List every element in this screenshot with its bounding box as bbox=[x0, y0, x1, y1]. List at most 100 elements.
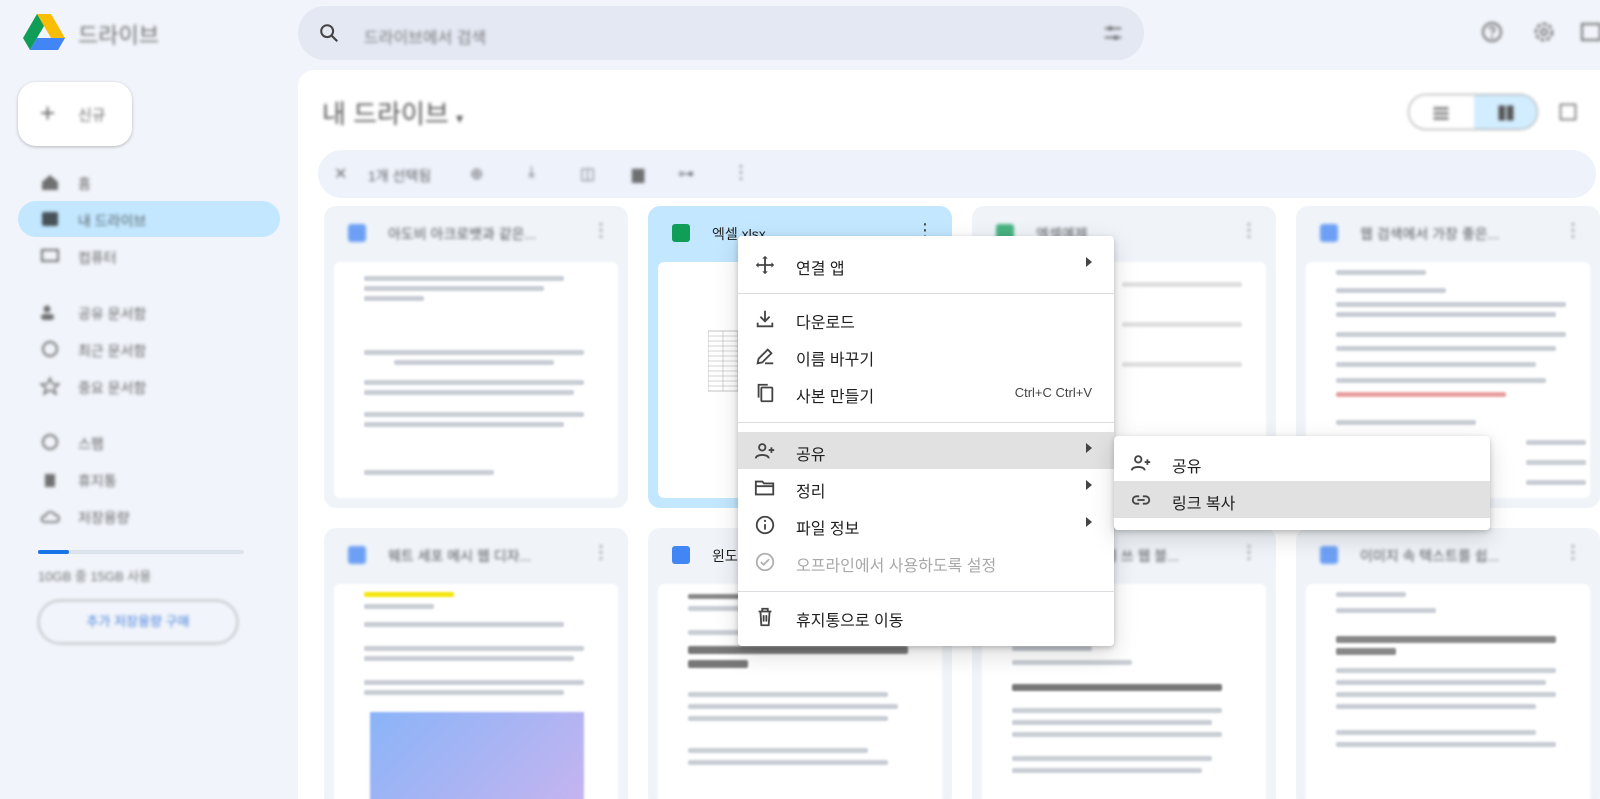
menu-divider bbox=[738, 591, 1114, 592]
menu-item-make-copy[interactable]: 사본 만들기 Ctrl+C Ctrl+V bbox=[738, 374, 1114, 411]
menu-item-label: 연결 앱 bbox=[796, 261, 845, 278]
menu-item-label: 오프라인에서 사용하도록 설정 bbox=[796, 558, 997, 575]
selection-count: 1개 선택됨 bbox=[368, 168, 432, 184]
file-title: 웨트 세포 메시 웹 디자... bbox=[388, 548, 532, 564]
drive-logo-icon[interactable] bbox=[22, 12, 66, 52]
download-icon bbox=[756, 310, 774, 328]
doc-file-icon bbox=[672, 546, 690, 564]
chevron-right-icon bbox=[1086, 257, 1092, 267]
link-icon[interactable]: ⊶ bbox=[678, 164, 694, 184]
more-vert-icon[interactable]: ⋮ bbox=[1564, 542, 1582, 563]
details-panel-icon[interactable] bbox=[1558, 102, 1578, 122]
menu-item-rename[interactable]: 이름 바꾸기 bbox=[738, 337, 1114, 374]
menu-item-label: 이름 바꾸기 bbox=[796, 352, 875, 369]
storage-usage-bar bbox=[38, 550, 244, 554]
menu-item-label: 공유 bbox=[1172, 459, 1202, 476]
share-icon[interactable]: ⊕ bbox=[470, 164, 483, 184]
file-title: 아도비 아크로뱃과 같은... bbox=[388, 226, 537, 242]
menu-item-label: 공유 bbox=[796, 447, 826, 464]
search-bar[interactable]: 드라이브에서 검색 bbox=[298, 6, 1144, 60]
copy-icon bbox=[757, 383, 774, 403]
spam-icon bbox=[42, 434, 58, 450]
menu-item-share[interactable]: 공유 bbox=[738, 432, 1114, 469]
menu-item-open-with[interactable]: 연결 앱 bbox=[738, 246, 1114, 283]
sidebar-item-label: 저장용량 bbox=[78, 510, 130, 526]
menu-item-label: 다운로드 bbox=[796, 315, 855, 332]
sidebar-item-my-drive[interactable]: 내 드라이브 bbox=[18, 201, 280, 237]
people-icon bbox=[41, 305, 54, 320]
file-thumbnail bbox=[334, 584, 618, 799]
more-vert-icon[interactable]: ⋮ bbox=[1240, 542, 1258, 563]
sidebar-item-label: 홈 bbox=[78, 176, 91, 192]
doc-file-icon bbox=[1320, 224, 1338, 242]
menu-item-label: 정리 bbox=[796, 484, 826, 501]
download-icon[interactable]: ⤓ bbox=[528, 164, 535, 182]
menu-item-move-to-trash[interactable]: 휴지통으로 이동 bbox=[738, 598, 1114, 635]
sidebar-item-recent[interactable]: 최근 문서함 bbox=[18, 331, 280, 367]
list-view-button[interactable] bbox=[1409, 95, 1474, 129]
grid-view-icon bbox=[1498, 105, 1514, 121]
rename-icon bbox=[756, 348, 774, 365]
file-card[interactable]: 이미지 속 텍스트를 쉽... ⋮ bbox=[1296, 528, 1600, 799]
submenu-item-share[interactable]: 공유 bbox=[1114, 444, 1490, 481]
menu-item-label: 파일 정보 bbox=[796, 521, 860, 538]
page-title[interactable]: 내 드라이브 ▾ bbox=[322, 94, 463, 131]
computer-icon bbox=[41, 249, 59, 262]
menu-item-label: 사본 만들기 bbox=[796, 389, 875, 406]
file-card[interactable]: 아도비 아크로뱃과 같은... ⋮ bbox=[324, 206, 628, 508]
sidebar-item-starred[interactable]: 중요 문서함 bbox=[18, 368, 280, 404]
share-submenu: 공유 링크 복사 bbox=[1114, 436, 1490, 530]
file-thumbnail bbox=[1306, 584, 1590, 799]
more-vert-icon[interactable]: ⋮ bbox=[592, 220, 610, 241]
more-vert-icon[interactable]: ⋮ bbox=[1564, 220, 1582, 241]
chevron-right-icon bbox=[1086, 480, 1092, 490]
search-input[interactable]: 드라이브에서 검색 bbox=[364, 24, 486, 48]
grid-view-button[interactable] bbox=[1474, 95, 1537, 129]
sidebar-item-shared[interactable]: 공유 문서함 bbox=[18, 294, 280, 330]
brand-name: 드라이브 bbox=[78, 23, 159, 48]
selection-toolbar: ✕ 1개 선택됨 ⊕ ⤓ ◫ ▆ ⊶ ⋮ bbox=[318, 150, 1596, 198]
sidebar-item-trash[interactable]: 휴지통 bbox=[18, 461, 280, 497]
sidebar-item-label: 휴지통 bbox=[78, 473, 117, 489]
file-card[interactable]: 웨트 세포 메시 웹 디자... ⋮ bbox=[324, 528, 628, 799]
sidebar-item-label: 최근 문서함 bbox=[78, 343, 147, 359]
sidebar-item-spam[interactable]: 스팸 bbox=[18, 424, 280, 460]
thumbnail-image bbox=[370, 712, 584, 799]
file-thumbnail bbox=[334, 262, 618, 498]
new-button[interactable]: + 신규 bbox=[18, 82, 132, 146]
storage-usage-text: 10GB 중 15GB 사용 bbox=[38, 569, 152, 584]
menu-item-file-info[interactable]: 파일 정보 bbox=[738, 506, 1114, 543]
storage-usage-fill bbox=[38, 550, 69, 554]
close-icon[interactable]: ✕ bbox=[334, 164, 347, 184]
view-toggle[interactable] bbox=[1408, 94, 1538, 130]
search-icon[interactable] bbox=[318, 22, 340, 44]
trash-icon[interactable]: ▆ bbox=[632, 164, 644, 184]
buy-storage-button[interactable]: 추가 저장용량 구매 bbox=[38, 600, 238, 644]
chevron-down-icon[interactable]: ▾ bbox=[456, 110, 463, 126]
menu-item-label: 휴지통으로 이동 bbox=[796, 613, 904, 630]
submenu-item-copy-link[interactable]: 링크 복사 bbox=[1114, 481, 1490, 518]
menu-item-organize[interactable]: 정리 bbox=[738, 469, 1114, 506]
settings-gear-icon[interactable] bbox=[1532, 20, 1556, 44]
more-vert-icon[interactable]: ⋮ bbox=[732, 162, 750, 183]
clock-icon bbox=[42, 341, 58, 357]
more-vert-icon[interactable]: ⋮ bbox=[1240, 220, 1258, 241]
sidebar-item-label: 컴퓨터 bbox=[78, 250, 117, 266]
sidebar-item-label: 스팸 bbox=[78, 436, 104, 452]
sidebar-item-computers[interactable]: 컴퓨터 bbox=[18, 238, 280, 274]
trash-icon bbox=[45, 474, 55, 487]
more-vert-icon[interactable]: ⋮ bbox=[592, 542, 610, 563]
apps-grid-icon[interactable] bbox=[1580, 20, 1600, 44]
context-menu: 연결 앱 다운로드 이름 바꾸기 사본 만들기 Ctrl+C Ctrl+V 공유 bbox=[738, 236, 1114, 646]
sidebar-item-home[interactable]: 홈 bbox=[18, 164, 280, 200]
menu-item-download[interactable]: 다운로드 bbox=[738, 300, 1114, 337]
help-icon[interactable] bbox=[1480, 20, 1504, 44]
sidebar-item-storage[interactable]: 저장용량 bbox=[18, 498, 280, 534]
sidebar-item-label: 내 드라이브 bbox=[78, 213, 147, 229]
search-options-icon[interactable] bbox=[1102, 22, 1124, 44]
drive-icon bbox=[42, 212, 58, 226]
new-button-label: 신규 bbox=[78, 107, 106, 124]
menu-divider bbox=[738, 293, 1114, 294]
move-icon[interactable]: ◫ bbox=[580, 164, 595, 184]
file-title: 이미지 속 텍스트를 쉽... bbox=[1360, 548, 1500, 564]
